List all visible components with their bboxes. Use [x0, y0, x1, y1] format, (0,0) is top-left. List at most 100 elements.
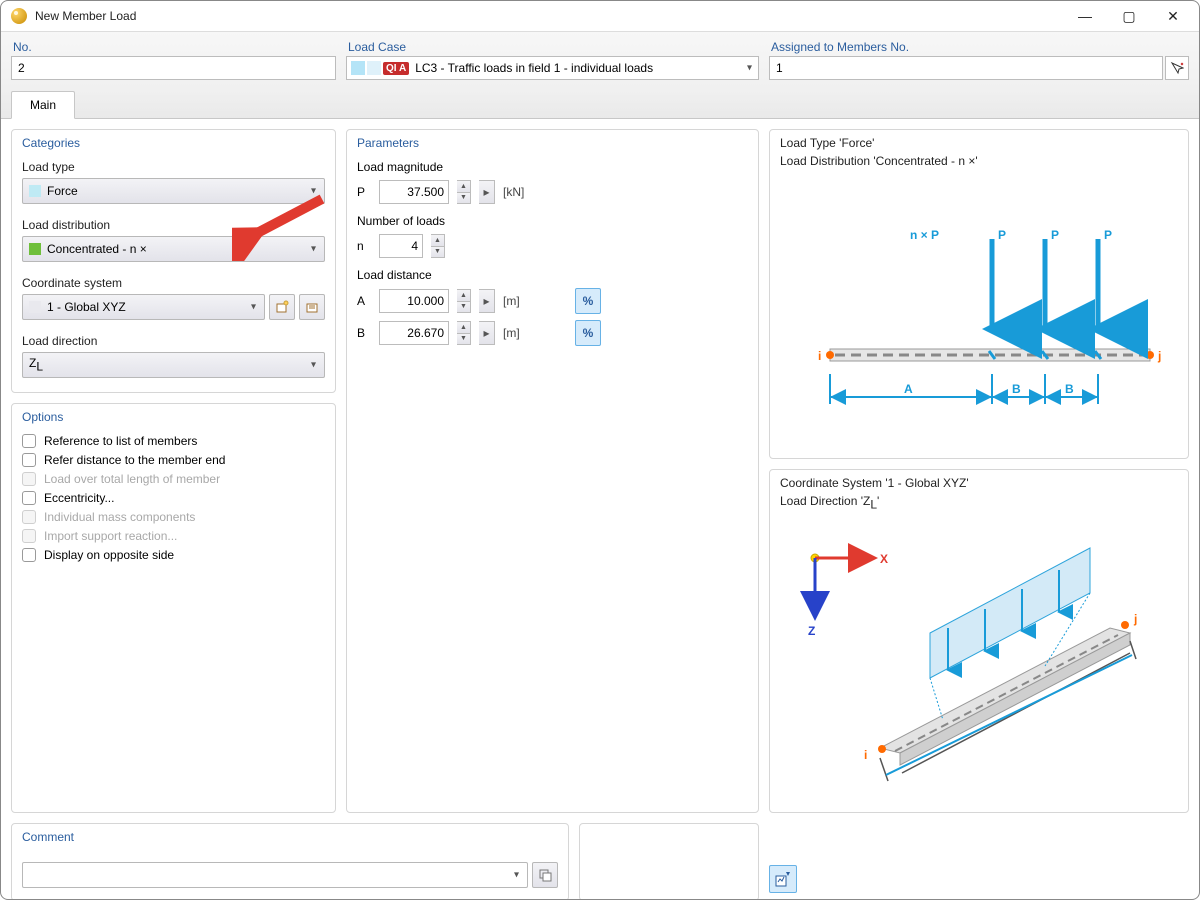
assigned-input[interactable]	[769, 56, 1163, 80]
coordinate-system-dropdown[interactable]: 1 - Global XYZ ▾	[22, 294, 265, 320]
load-distribution-value: Concentrated - n ×	[47, 242, 147, 256]
spin-up-icon: ▲	[457, 290, 470, 302]
option-label: Individual mass components	[44, 510, 195, 524]
diagram-settings-button[interactable]	[769, 865, 797, 893]
distance-label: Load distance	[357, 268, 748, 282]
loadcase-label: Load Case	[346, 40, 759, 54]
option-load-total-length: Load over total length of member	[22, 472, 325, 486]
magnitude-slider-button[interactable]: ▸	[479, 180, 495, 204]
cursor-select-icon	[1170, 61, 1184, 75]
pick-members-button[interactable]	[1165, 56, 1189, 80]
new-coord-icon	[275, 300, 289, 314]
checkbox-icon	[22, 529, 36, 543]
chevron-down-icon: ▾	[514, 869, 519, 880]
option-label: Load over total length of member	[44, 472, 220, 486]
number-input[interactable]	[379, 234, 423, 258]
b-percent-button[interactable]: %	[575, 320, 601, 346]
checkbox-icon	[22, 510, 36, 524]
a-unit: [m]	[503, 294, 533, 308]
option-display-opposite[interactable]: Display on opposite side	[22, 548, 325, 562]
b-symbol: B	[357, 326, 371, 340]
close-button[interactable]: ✕	[1151, 1, 1195, 31]
magnitude-input[interactable]	[379, 180, 449, 204]
comment-library-button[interactable]	[532, 862, 558, 888]
chevron-down-icon: ▾	[311, 360, 316, 371]
checkbox-icon	[22, 472, 36, 486]
tab-main[interactable]: Main	[11, 91, 75, 119]
no-label: No.	[11, 40, 336, 54]
svg-text:j: j	[1157, 349, 1161, 363]
chevron-down-icon: ▾	[311, 186, 316, 197]
number-symbol: n	[357, 239, 371, 253]
chevron-down-icon: ▾	[311, 244, 316, 255]
magnitude-unit: [kN]	[503, 185, 533, 199]
load-direction-dropdown[interactable]: ZL ▾	[22, 352, 325, 378]
checkbox-icon	[22, 548, 36, 562]
diagram-load-type: Load Type 'Force' Load Distribution 'Con…	[769, 129, 1189, 459]
svg-text:i: i	[818, 349, 821, 363]
diagram-settings-icon	[775, 871, 791, 887]
b-slider-button[interactable]: ▸	[479, 321, 495, 345]
chevron-down-icon: ▾	[251, 302, 256, 313]
a-spinner[interactable]: ▲▼	[457, 289, 471, 313]
diagram-coord-system: Coordinate System '1 - Global XYZ' Load …	[769, 469, 1189, 813]
coordinate-system-label: Coordinate system	[22, 276, 325, 290]
spin-down-icon: ▼	[457, 302, 470, 313]
number-spinner[interactable]: ▲▼	[431, 234, 445, 258]
slider-right-icon: ▸	[483, 294, 489, 308]
spin-up-icon: ▲	[457, 322, 470, 334]
magnitude-spinner[interactable]: ▲▼	[457, 180, 471, 204]
svg-text:A: A	[904, 382, 913, 396]
load-diagram-svg: i j n × P P P	[780, 179, 1170, 449]
percent-icon: %	[583, 326, 594, 340]
svg-text:P: P	[1104, 228, 1112, 242]
loadcase-select[interactable]: QI A LC3 - Traffic loads in field 1 - in…	[346, 56, 759, 80]
magnitude-symbol: P	[357, 185, 371, 199]
a-percent-button[interactable]: %	[575, 288, 601, 314]
load-type-dropdown[interactable]: Force ▾	[22, 178, 325, 204]
b-spinner[interactable]: ▲▼	[457, 321, 471, 345]
coord-swatch	[29, 301, 41, 313]
edit-coord-icon	[305, 300, 319, 314]
options-title: Options	[22, 410, 325, 424]
a-input[interactable]	[379, 289, 449, 313]
checkbox-icon	[22, 434, 36, 448]
no-input[interactable]	[11, 56, 336, 80]
slider-right-icon: ▸	[483, 326, 489, 340]
load-type-label: Load type	[22, 160, 325, 174]
checkbox-icon	[22, 453, 36, 467]
comment-title: Comment	[22, 830, 558, 844]
maximize-button[interactable]: ▢	[1107, 1, 1151, 31]
copy-icon	[538, 868, 552, 882]
checkbox-icon	[22, 491, 36, 505]
option-individual-mass: Individual mass components	[22, 510, 325, 524]
number-loads-label: Number of loads	[357, 214, 748, 228]
load-direction-label: Load direction	[22, 334, 325, 348]
load-distribution-swatch	[29, 243, 41, 255]
spin-up-icon: ▲	[457, 181, 470, 193]
b-input[interactable]	[379, 321, 449, 345]
slider-right-icon: ▸	[483, 185, 489, 199]
svg-text:n × P: n × P	[910, 228, 939, 242]
spin-up-icon: ▲	[431, 235, 444, 247]
option-refer-distance[interactable]: Refer distance to the member end	[22, 453, 325, 467]
svg-text:Z: Z	[808, 624, 815, 638]
svg-text:P: P	[1051, 228, 1059, 242]
loadcase-color-a	[351, 61, 365, 75]
new-coord-button[interactable]	[269, 294, 295, 320]
percent-icon: %	[583, 294, 594, 308]
a-slider-button[interactable]: ▸	[479, 289, 495, 313]
option-import-support: Import support reaction...	[22, 529, 325, 543]
option-eccentricity[interactable]: Eccentricity...	[22, 491, 325, 505]
comment-input[interactable]: ▾	[22, 862, 528, 888]
svg-text:j: j	[1133, 612, 1137, 626]
window-title: New Member Load	[35, 9, 1063, 23]
chevron-down-icon: ▾	[747, 63, 752, 74]
option-reference-list[interactable]: Reference to list of members	[22, 434, 325, 448]
edit-coord-button[interactable]	[299, 294, 325, 320]
minimize-button[interactable]: —	[1063, 1, 1107, 31]
option-label: Refer distance to the member end	[44, 453, 225, 467]
load-distribution-dropdown[interactable]: Concentrated - n × ▾	[22, 236, 325, 262]
loadcase-color-b	[367, 61, 381, 75]
a-symbol: A	[357, 294, 371, 308]
